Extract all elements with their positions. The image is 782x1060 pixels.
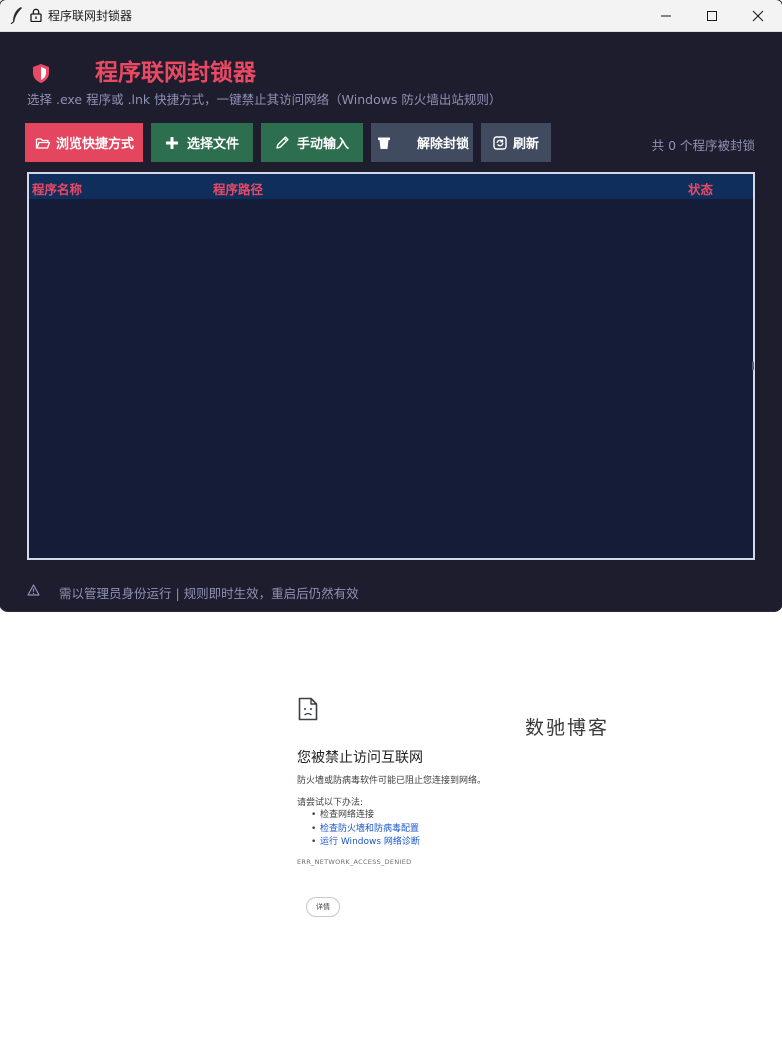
maximize-icon (707, 10, 717, 21)
shield-icon (33, 64, 49, 83)
watermark-text: 数驰博客 (525, 717, 610, 739)
browse-shortcut-label: 浏览快捷方式 (56, 137, 135, 152)
refresh-icon (493, 135, 507, 150)
minimize-button[interactable] (643, 0, 689, 31)
blocked-count: 共 0 个程序被封锁 (651, 138, 755, 153)
trash-icon (378, 137, 390, 149)
column-header-name[interactable]: 程序名称 (32, 179, 82, 198)
sad-document-icon (298, 697, 318, 721)
title-bar: 程序联网封锁器 (0, 0, 782, 32)
app-title: 程序联网封锁器 (95, 60, 256, 86)
error-description: 防火墙或防病毒软件可能已阻止您连接到网络。 (297, 776, 487, 786)
minimize-icon (661, 15, 671, 16)
list-item: 检查网络连接 (311, 809, 420, 823)
app-subtitle: 选择 .exe 程序或 .lnk 快捷方式，一键禁止其访问网络（Windows … (27, 92, 502, 107)
network-diagnostics-link[interactable]: 运行 Windows 网络诊断 (311, 836, 420, 850)
maximize-button[interactable] (689, 0, 735, 31)
lock-icon (30, 8, 42, 22)
refresh-label: 刷新 (513, 137, 540, 152)
warning-icon (27, 584, 40, 596)
close-icon (752, 10, 764, 21)
error-suggestion-list: 检查网络连接 检查防火墙和防病毒配置 运行 Windows 网络诊断 (311, 809, 420, 850)
error-title: 您被禁止访问互联网 (297, 750, 423, 766)
scrollbar-handle[interactable] (752, 362, 754, 370)
blocked-programs-table[interactable]: 程序名称 程序路径 状态 (27, 172, 755, 560)
error-code: ERR_NETWORK_ACCESS_DENIED (297, 858, 412, 866)
window-title: 程序联网封锁器 (48, 9, 133, 23)
error-try-label: 请尝试以下办法: (297, 798, 364, 808)
unblock-button[interactable]: 解除封锁 (371, 123, 473, 162)
pencil-icon (276, 136, 289, 149)
unblock-label: 解除封锁 (417, 137, 470, 152)
browse-shortcut-button[interactable]: 浏览快捷方式 (25, 123, 143, 162)
folder-open-icon (35, 137, 51, 149)
select-file-label: 选择文件 (187, 137, 240, 152)
app-window: 程序联网封锁器 程序联网封锁器 选择 .exe 程序或 .lnk 快捷方式，一键… (0, 0, 782, 611)
details-button[interactable]: 详情 (306, 897, 340, 917)
manual-input-label: 手动输入 (297, 137, 350, 152)
refresh-button[interactable]: 刷新 (481, 123, 551, 162)
column-header-path[interactable]: 程序路径 (213, 179, 263, 198)
plus-icon (166, 136, 178, 149)
firewall-config-link[interactable]: 检查防火墙和防病毒配置 (311, 823, 420, 837)
select-file-button[interactable]: 选择文件 (151, 123, 253, 162)
manual-input-button[interactable]: 手动输入 (261, 123, 363, 162)
close-button[interactable] (735, 0, 781, 31)
feather-icon (10, 7, 22, 24)
details-button-label: 详情 (316, 903, 330, 911)
column-header-status[interactable]: 状态 (688, 179, 713, 198)
footer-note: 需以管理员身份运行 | 规则即时生效，重启后仍然有效 (59, 586, 359, 601)
table-header: 程序名称 程序路径 状态 (29, 174, 753, 199)
